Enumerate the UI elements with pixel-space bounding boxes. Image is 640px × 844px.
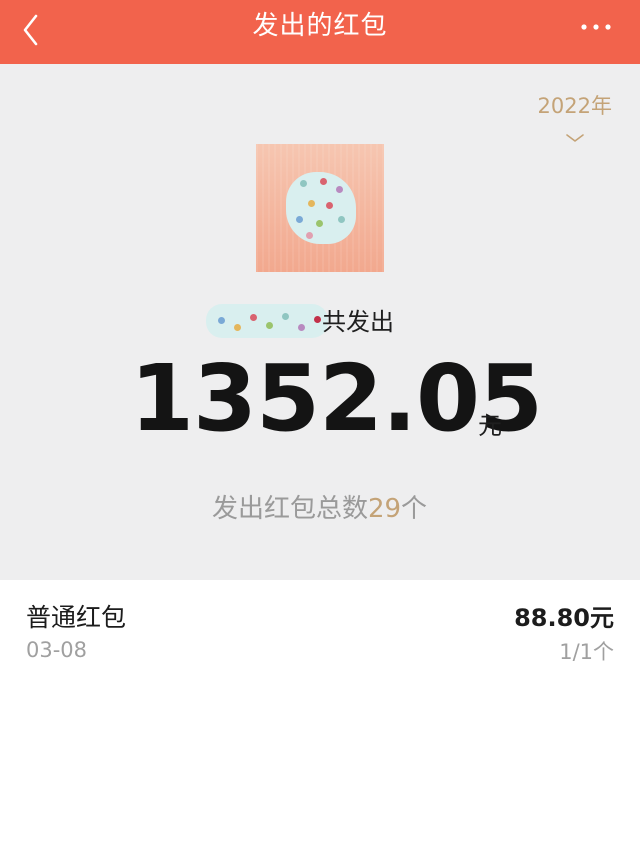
packet-amount: 88.80元 xyxy=(514,604,614,632)
sender-summary: 共发出 xyxy=(0,300,640,340)
count-unit: 个 xyxy=(401,494,428,524)
mosaic-dot xyxy=(282,313,289,320)
mosaic-dot xyxy=(296,216,303,223)
mosaic-dot xyxy=(250,314,257,321)
list-item[interactable]: 普通红包 03-08 88.80元 1/1个 xyxy=(0,580,640,680)
mosaic-dot xyxy=(218,317,225,324)
mosaic-dot xyxy=(316,220,323,227)
total-amount: 1352.05 元 xyxy=(0,344,640,454)
sender-total-label: 共发出 xyxy=(322,308,394,336)
packet-type: 普通红包 xyxy=(26,603,127,632)
year-selector[interactable]: 2022年 xyxy=(522,90,612,154)
amount-unit: 元 xyxy=(478,412,502,440)
avatar-mosaic-blur xyxy=(286,172,356,244)
red-packet-list: 普通红包 03-08 88.80元 1/1个 xyxy=(0,580,640,844)
page-title: 发出的红包 xyxy=(252,11,388,41)
avatar[interactable] xyxy=(256,144,384,272)
count-value: 29 xyxy=(367,494,402,524)
chevron-down-icon xyxy=(564,130,586,144)
mosaic-dot xyxy=(308,200,315,207)
count-label: 发出红包总数 xyxy=(211,494,368,524)
year-label: 2022年 xyxy=(537,94,612,118)
mosaic-dot xyxy=(326,202,333,209)
packet-date: 03-08 xyxy=(26,638,88,662)
total-count: 发出红包总数29个 xyxy=(0,488,640,525)
top-navigation-bar: 发出的红包 xyxy=(0,0,640,64)
mosaic-dot xyxy=(320,178,327,185)
packet-claimed-count: 1/1个 xyxy=(559,640,614,664)
mosaic-dot xyxy=(336,186,343,193)
mosaic-dot xyxy=(266,322,273,329)
summary-panel: 2022年 共发出 1352.05 元 发出红包总数29个 xyxy=(0,64,640,580)
more-horizontal-icon[interactable] xyxy=(576,10,616,40)
mosaic-dot xyxy=(314,316,321,323)
mosaic-dot xyxy=(298,324,305,331)
mosaic-dot xyxy=(338,216,345,223)
mosaic-dot xyxy=(234,324,241,331)
mosaic-dot xyxy=(306,232,313,239)
sender-name-mosaic xyxy=(206,304,328,338)
mosaic-dot xyxy=(300,180,307,187)
